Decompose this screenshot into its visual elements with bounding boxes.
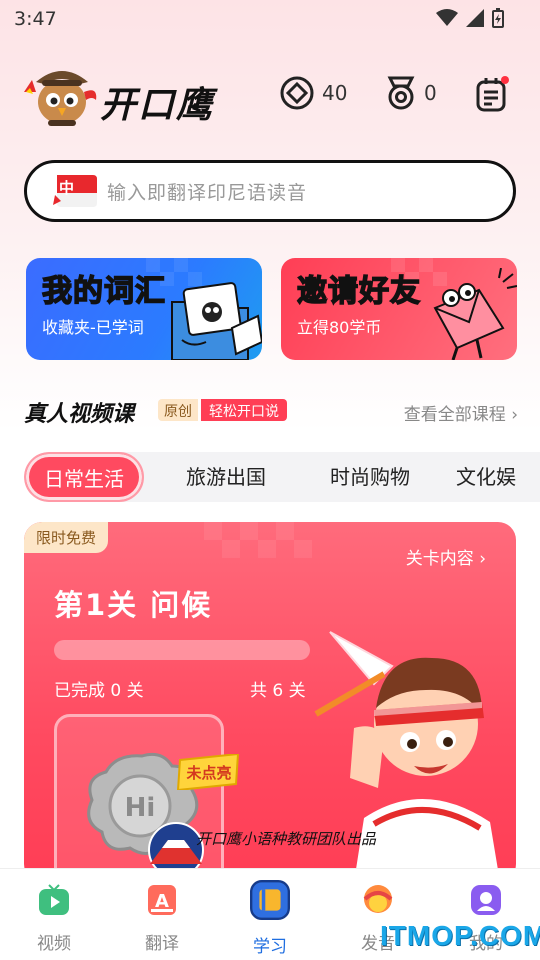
tab-travel[interactable]: 旅游出国 [164,452,288,502]
coin-count: 40 [322,81,348,105]
nav-learn[interactable]: 学习 [230,880,310,957]
level-content-link[interactable]: 关卡内容 › [406,544,486,569]
nav-video-label: 视频 [37,934,71,954]
speaking-head-icon [363,885,393,913]
limited-free-badge: 限时免费 [24,522,109,553]
medal-balance[interactable]: 0 [386,76,437,110]
app-title: 开口鹰 [100,85,215,126]
nav-video[interactable]: 视频 [14,883,94,954]
folder-illustration-icon [171,282,262,360]
medal-count: 0 [424,81,437,105]
my-vocabulary-card[interactable]: 我的词汇 收藏夹-已学词 [26,258,262,360]
easy-speak-tag: 轻松开口说 [201,399,287,421]
envelope-mascot-icon [433,268,517,360]
battery-icon [492,8,504,28]
tv-icon [39,884,69,915]
category-tabs: 日常生活 旅游出国 时尚购物 文化娱 [24,452,540,502]
unlit-text: 未点亮 [185,764,231,782]
total-count: 共 6 关 [250,681,306,701]
tab-shopping[interactable]: 时尚购物 [308,452,432,502]
site-watermark: ITMOP.COM [380,920,540,951]
medal-icon [387,76,415,110]
nav-translate-label: 翻译 [145,934,179,954]
translate-icon: A [148,885,176,915]
status-bar: 3:47 [0,0,540,36]
invite-card-title: 邀请好友 [296,273,421,310]
translate-search-bar[interactable]: 中 输入即翻译印尼语读音 [24,160,516,222]
invite-friends-card[interactable]: 邀请好友 立得80学币 [281,258,517,360]
vocab-card-subtitle: 收藏夹-已学词 [42,318,144,337]
chevron-right-icon: › [511,405,518,425]
language-flag-label: 中 [59,179,75,197]
coin-balance[interactable]: 40 [280,76,347,110]
search-placeholder: 输入即翻译印尼语读音 [107,181,308,204]
status-time: 3:47 [14,8,57,30]
signal-icon [466,9,484,27]
hi-text: Hi [125,793,156,823]
video-course-section-header: 真人视频课 原创 轻松开口说 查看全部课程 › [24,394,518,430]
tab-daily-life[interactable]: 日常生活 [24,452,144,502]
nav-learn-label: 学习 [253,937,287,957]
svg-text:A: A [155,891,169,912]
unlit-badge-icon: 未点亮 [176,754,240,790]
section-title: 真人视频课 [24,402,135,427]
original-tag: 原创 [158,399,198,421]
completed-count: 已完成 0 关 [54,681,144,701]
status-icons [436,8,504,28]
chevron-right-icon: › [479,549,486,569]
eagle-logo-icon [24,71,97,126]
book-icon [250,880,290,920]
level-content-label: 关卡内容 [405,549,474,569]
see-all-label: 查看全部课程 [403,405,506,425]
wifi-icon [436,9,458,26]
vocab-card-title: 我的词汇 [41,273,166,310]
see-all-courses-link[interactable]: 查看全部课程 › [404,400,518,425]
profile-icon [471,885,501,915]
notes-icon[interactable] [474,76,510,114]
tab-culture[interactable]: 文化娱 [456,452,540,502]
app-header: 开口鹰 40 0 [22,60,522,132]
nav-translate[interactable]: A 翻译 [122,883,202,954]
credit-text: 开口鹰小语种教研团队出品 [196,830,377,848]
lesson-title: 第1关 问候 [54,588,213,622]
lesson-progress-bar [54,640,310,660]
language-flag-badge[interactable]: 中 [53,171,97,211]
invite-card-subtitle: 立得80学币 [297,318,382,337]
coin-icon [280,76,314,110]
